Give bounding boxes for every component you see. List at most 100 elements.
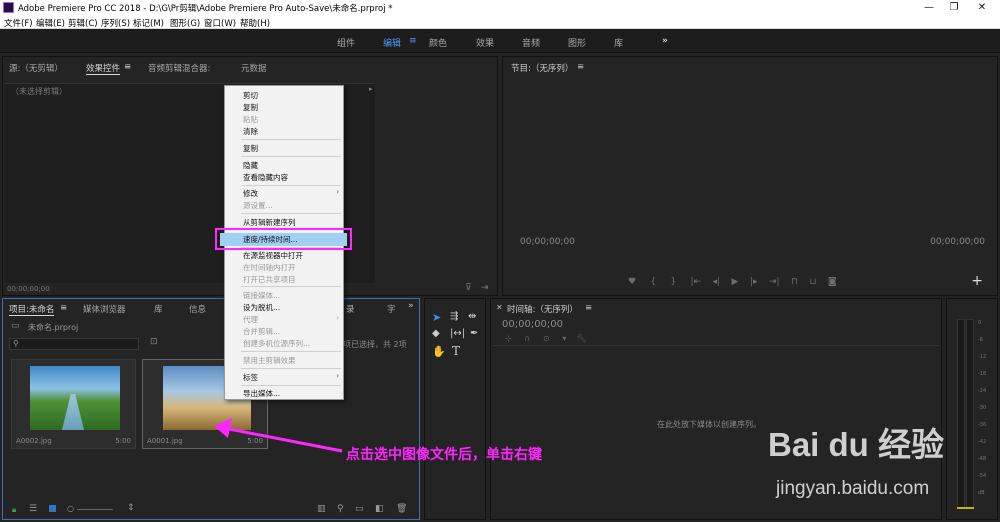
go-to-out-icon[interactable]: ⇥| <box>769 277 780 287</box>
add-button[interactable]: + <box>971 273 983 289</box>
icon-view-icon[interactable] <box>49 505 56 512</box>
menu-item-label[interactable]: 标签 <box>243 372 258 383</box>
step-back-icon[interactable]: ◂| <box>713 277 721 287</box>
menu-sequence[interactable]: 序列(S) <box>101 17 130 29</box>
razor-tool-icon[interactable]: ◆ <box>432 328 440 339</box>
list-view-icon[interactable]: ☰ <box>29 504 37 514</box>
menu-clip[interactable]: 剪辑(C) <box>68 17 98 29</box>
type-tool-icon[interactable]: T <box>452 344 460 358</box>
menu-item-open-in-source-monitor[interactable]: 在源监视器中打开 <box>243 250 303 261</box>
workspace-menu-icon[interactable]: ≡ <box>409 36 417 46</box>
menu-edit[interactable]: 编辑(E) <box>36 17 65 29</box>
mark-out-icon[interactable]: } <box>670 277 676 287</box>
linked-selection-icon[interactable]: ⊙ <box>543 334 550 343</box>
tab-libraries[interactable]: 库 <box>154 303 163 315</box>
play-icon[interactable]: ▶ <box>732 277 739 287</box>
menu-item-speed-duration[interactable]: 速度/持续时间... <box>243 234 298 245</box>
menu-item-proxy[interactable]: 代理 <box>243 314 258 325</box>
project-search-input[interactable]: ⚲ <box>9 338 139 350</box>
slip-tool-icon[interactable]: |↔| <box>450 328 465 339</box>
tab-metadata[interactable]: 元数据 <box>241 62 267 74</box>
workspace-graphics[interactable]: 图形 <box>568 36 586 49</box>
zoom-slider-track[interactable] <box>77 509 113 510</box>
new-bin-icon[interactable]: ▭ <box>355 504 364 514</box>
track-select-tool-icon[interactable]: ⇶ <box>450 311 458 322</box>
marker-icon[interactable]: ♥ <box>628 277 636 287</box>
go-to-in-icon[interactable]: |⇤ <box>690 277 701 287</box>
tab-info[interactable]: 信息 <box>189 303 206 315</box>
find-icon[interactable]: ⚲ <box>337 504 344 514</box>
mark-in-icon[interactable]: { <box>650 277 656 287</box>
menu-item-merge-clips[interactable]: 合并剪辑... <box>243 326 280 337</box>
menu-item-link-media[interactable]: 链接媒体... <box>243 290 280 301</box>
pen-tool-icon[interactable]: ✒ <box>470 328 478 339</box>
snap-icon[interactable]: ∩ <box>524 334 530 343</box>
menu-item-open-shared-project[interactable]: 打开已共享项目 <box>243 274 296 285</box>
workspace-effects[interactable]: 效果 <box>476 36 494 49</box>
tab-effect-controls[interactable]: 效果控件 <box>86 62 121 75</box>
panel-menu-icon[interactable]: ≡ <box>124 62 131 72</box>
menu-item-duplicate[interactable]: 复制 <box>243 143 258 154</box>
extract-icon[interactable]: ⊔ <box>809 277 816 287</box>
menu-graphics[interactable]: 图形(G) <box>170 17 200 29</box>
new-bin-from-search-icon[interactable]: ⊡ <box>150 337 158 347</box>
sort-icon[interactable]: ⇕ <box>127 503 135 513</box>
menu-item-source-settings[interactable]: 源设置... <box>243 200 273 211</box>
step-forward-icon[interactable]: |▸ <box>750 277 758 287</box>
menu-item-hide[interactable]: 隐藏 <box>243 160 258 171</box>
menu-help[interactable]: 帮助(H) <box>240 17 270 29</box>
menu-item-open-in-timeline[interactable]: 在时间轴内打开 <box>243 262 296 273</box>
program-menu-icon[interactable]: ≡ <box>577 62 584 72</box>
menu-item-cut[interactable]: 剪切 <box>243 90 258 101</box>
menu-item-new-sequence-from-clip[interactable]: 从剪辑新建序列 <box>243 217 296 228</box>
project-menu-icon[interactable]: ≡ <box>60 303 67 313</box>
timeline-menu-icon[interactable]: ≡ <box>585 303 592 313</box>
lift-icon[interactable]: ⊓ <box>791 277 798 287</box>
project-overflow-button[interactable]: » <box>408 301 414 311</box>
workspace-audio[interactable]: 音频 <box>522 36 540 49</box>
timeline-close-icon[interactable]: ✕ <box>496 303 503 312</box>
menu-file[interactable]: 文件(F) <box>4 17 33 29</box>
ripple-edit-tool-icon[interactable]: ⇹ <box>468 311 476 322</box>
workspace-libraries[interactable]: 库 <box>614 36 623 49</box>
nest-icon[interactable]: ⊹ <box>505 334 512 343</box>
export-icon[interactable]: ⇥ <box>481 283 489 293</box>
tab-history[interactable]: 录 <box>346 303 355 315</box>
menu-item-create-multicam[interactable]: 创建多机位源序列... <box>243 338 310 349</box>
menu-item-view-hidden[interactable]: 查看隐藏内容 <box>243 172 288 183</box>
menu-item-clear[interactable]: 清除 <box>243 126 258 137</box>
menu-item-paste[interactable]: 粘贴 <box>243 114 258 125</box>
filter-icon[interactable]: ⊽ <box>465 283 472 293</box>
trash-icon[interactable]: 🗑︎ <box>396 504 407 514</box>
workspace-overflow-button[interactable]: » <box>662 36 668 46</box>
close-button[interactable]: ✕ <box>968 0 996 15</box>
camera-icon[interactable]: ◙ <box>828 277 837 287</box>
workspace-color[interactable]: 颜色 <box>429 36 447 49</box>
minimize-button[interactable]: — <box>915 0 943 15</box>
tab-audio-clip-mixer[interactable]: 音频剪辑混合器: <box>148 62 210 74</box>
workspace-assembly[interactable]: 组件 <box>337 36 355 49</box>
menu-marker[interactable]: 标记(M) <box>133 17 164 29</box>
menu-item-disable-master-clip-effects[interactable]: 禁用主剪辑效果 <box>243 355 296 366</box>
tab-source[interactable]: 源:（无剪辑） <box>9 62 63 74</box>
tab-captions[interactable]: 字 <box>387 303 396 315</box>
automate-to-sequence-icon[interactable]: ▥ <box>317 504 326 514</box>
selection-tool-icon[interactable]: ➤ <box>432 311 441 324</box>
wrench-icon[interactable]: 🔧︎ <box>577 334 587 343</box>
workspace-editing[interactable]: 编辑 <box>383 36 401 49</box>
lock-icon[interactable]: 🔒︎ <box>12 505 16 515</box>
expand-arrow-icon[interactable]: ▸ <box>369 85 373 93</box>
hand-tool-icon[interactable]: ✋ <box>432 345 446 358</box>
zoom-slider-handle[interactable]: ○ <box>67 504 74 513</box>
menu-item-copy[interactable]: 复制 <box>243 102 258 113</box>
menu-item-export-media[interactable]: 导出媒体... <box>243 388 280 399</box>
menu-item-make-offline[interactable]: 设为脱机... <box>243 302 280 313</box>
project-item-a0002[interactable]: A0002.jpg 5:00 <box>11 359 136 449</box>
tab-project[interactable]: 项目:未命名 <box>9 303 55 316</box>
new-item-icon[interactable]: ◧ <box>375 504 384 514</box>
menu-window[interactable]: 窗口(W) <box>204 17 236 29</box>
tab-media-browser[interactable]: 媒体浏览器 <box>83 303 126 315</box>
maximize-button[interactable]: ❐ <box>940 0 968 15</box>
menu-item-modify[interactable]: 修改 <box>243 188 258 199</box>
add-marker-icon[interactable]: ▾ <box>562 334 566 343</box>
